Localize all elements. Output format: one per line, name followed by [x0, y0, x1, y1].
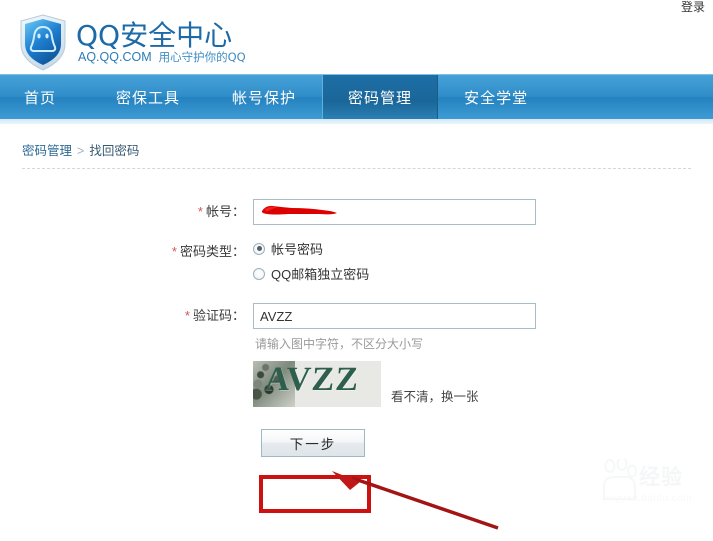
- captcha-input[interactable]: [253, 303, 536, 329]
- password-type-required-marker: *: [171, 244, 177, 259]
- nav-item-password-management[interactable]: 密码管理: [322, 75, 439, 119]
- brand-title: QQ安全中心: [76, 19, 233, 52]
- breadcrumb-parent-link[interactable]: 密码管理: [22, 144, 72, 158]
- captcha-image-row: AVZZ 看不清，换一张: [253, 361, 536, 407]
- nav-item-security-tools[interactable]: 密保工具: [90, 75, 206, 119]
- account-field-wrapper: [253, 199, 536, 225]
- captcha-label: 验证码：: [192, 308, 245, 323]
- captcha-image[interactable]: AVZZ: [253, 361, 381, 407]
- account-input[interactable]: [253, 199, 536, 225]
- account-label: 帐号：: [205, 204, 245, 219]
- form-row-account: * 帐号：: [0, 199, 713, 225]
- radio-option-account-password[interactable]: 帐号密码: [253, 239, 369, 258]
- submit-container: 下一步: [261, 429, 371, 457]
- account-label-cell: * 帐号：: [0, 199, 253, 225]
- recover-password-form: * 帐号： * 密码类型： 帐号密码 QQ邮箱独立密码 * 验证码： AVZZ …: [0, 199, 713, 457]
- login-link[interactable]: 登录: [681, 0, 705, 14]
- brand-subtitle: AQ.QQ.COM 用心守护你的QQ: [78, 49, 246, 65]
- annotation-arrow: [330, 468, 510, 538]
- radio-account-password-icon[interactable]: [253, 242, 265, 255]
- captcha-hint: 请输入图中字符，不区分大小写: [255, 337, 424, 351]
- main-navigation: 首页 密保工具 帐号保护 密码管理 安全学堂: [0, 74, 713, 119]
- breadcrumb-current: 找回密码: [89, 144, 140, 158]
- nav-bottom-accent: [0, 119, 713, 124]
- captcha-label-cell: * 验证码：: [0, 303, 253, 329]
- captcha-refresh-link[interactable]: 看不清，换一张: [391, 386, 479, 405]
- radio-option-qqmail-password[interactable]: QQ邮箱独立密码: [253, 264, 369, 283]
- breadcrumb-separator: >: [77, 144, 85, 158]
- form-row-captcha: *验证码： 请输入图中字符，不区分大小写 AVZZ 看不清，换一张: [0, 303, 713, 407]
- brand-domain: AQ.QQ.COM: [78, 50, 152, 64]
- radio-qqmail-password-label[interactable]: QQ邮箱独立密码: [271, 264, 369, 283]
- form-row-password-type: * 密码类型： 帐号密码 QQ邮箱独立密码: [0, 239, 713, 289]
- nav-item-security-school[interactable]: 安全学堂: [438, 75, 554, 119]
- watermark-url: jingyan.baidu.com: [603, 493, 693, 504]
- nav-item-account-protection[interactable]: 帐号保护: [206, 75, 322, 119]
- site-header: QQ安全中心 AQ.QQ.COM 用心守护你的QQ: [0, 14, 713, 74]
- radio-qqmail-password-icon[interactable]: [253, 267, 265, 280]
- password-type-options: 帐号密码 QQ邮箱独立密码: [253, 239, 369, 289]
- account-required-marker: *: [197, 204, 203, 219]
- brand-slogan: 用心守护你的QQ: [158, 50, 246, 64]
- watermark-text: 经验: [639, 466, 683, 489]
- annotation-highlight-rectangle: [259, 475, 371, 513]
- password-type-label-cell: * 密码类型：: [0, 239, 253, 265]
- qq-shield-icon: [17, 12, 69, 74]
- next-step-button[interactable]: 下一步: [261, 429, 365, 457]
- breadcrumb-container: 密码管理 > 找回密码: [22, 140, 691, 169]
- captcha-image-text: AVZZ: [263, 361, 361, 398]
- nav-items-container: 首页 密保工具 帐号保护 密码管理 安全学堂: [0, 75, 554, 119]
- nav-item-home[interactable]: 首页: [0, 75, 90, 119]
- page-content: 密码管理 > 找回密码 * 帐号： * 密码类型： 帐号密码 QQ邮箱独立密码 …: [0, 140, 713, 457]
- captcha-required-marker: *: [184, 308, 190, 323]
- baidu-jingyan-watermark: 经验 jingyan.baidu.com: [601, 455, 709, 517]
- breadcrumb: 密码管理 > 找回密码: [22, 140, 691, 159]
- captcha-field-wrapper: 请输入图中字符，不区分大小写 AVZZ 看不清，换一张: [253, 303, 536, 407]
- password-type-label: 密码类型：: [179, 244, 245, 259]
- radio-account-password-label[interactable]: 帐号密码: [271, 239, 323, 258]
